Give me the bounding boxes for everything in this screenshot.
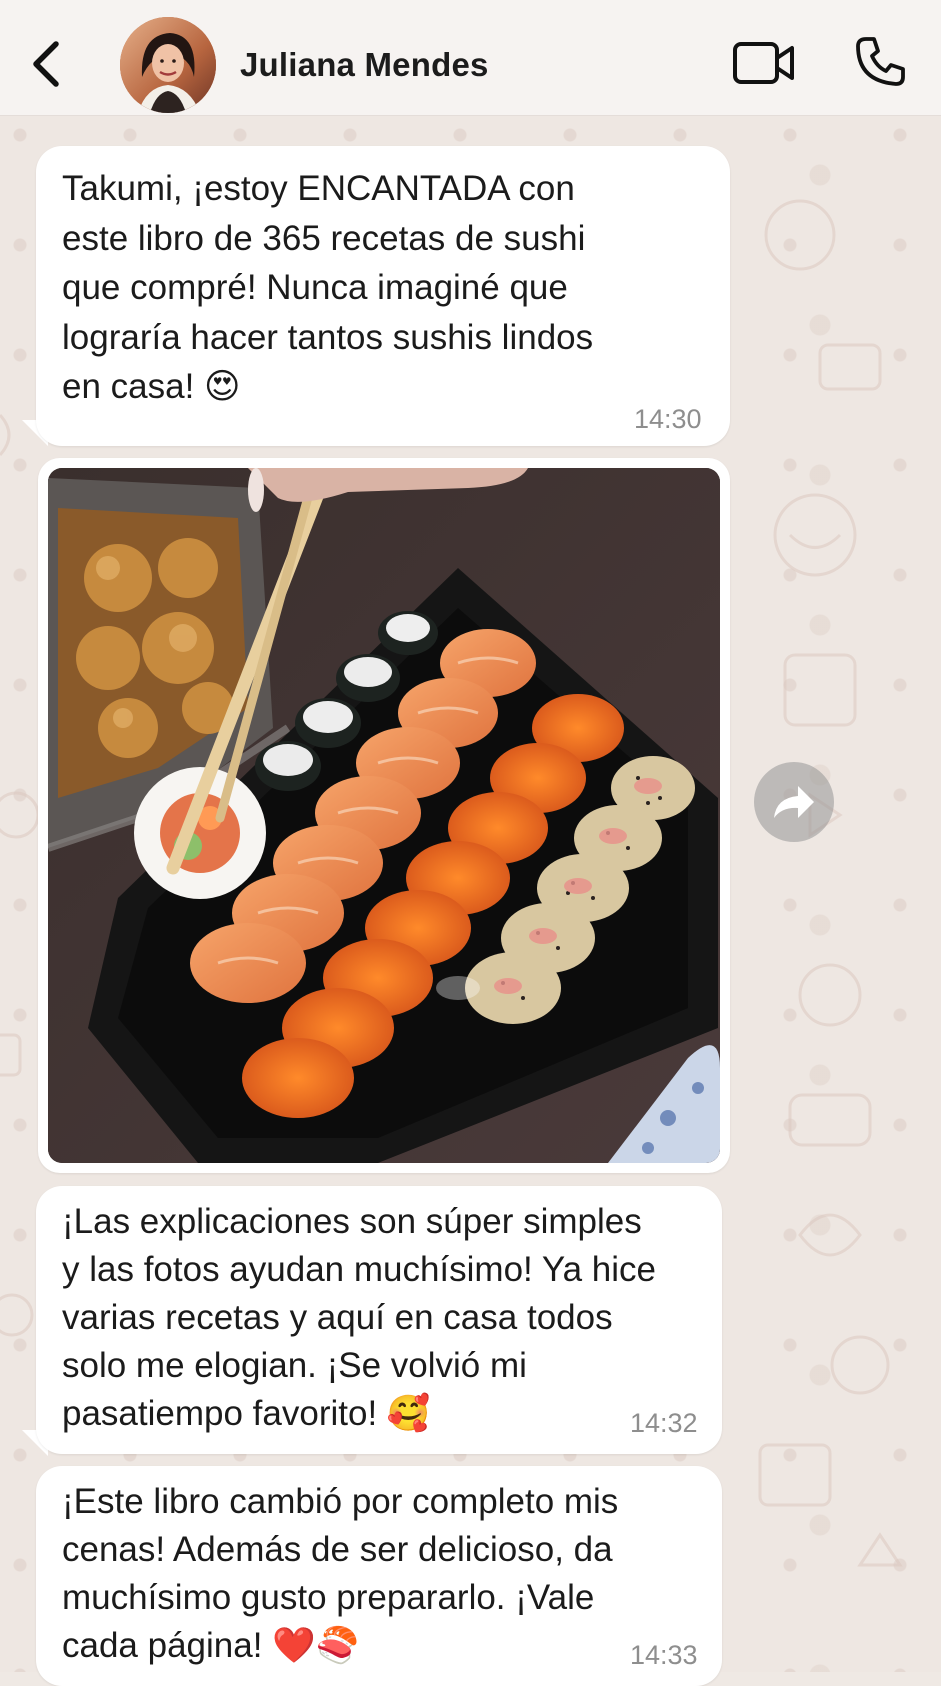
chevron-left-icon: [33, 41, 59, 87]
message-text: ¡Este libro cambió por completo mis cena…: [62, 1482, 619, 1665]
avatar-portrait: [120, 17, 216, 113]
sushi-photo[interactable]: [48, 468, 720, 1163]
message-bubble-1[interactable]: Takumi, ¡estoy ENCANTADA con este libro …: [36, 146, 730, 446]
video-camera-icon: [733, 42, 794, 84]
contact-name[interactable]: Juliana Mendes: [240, 46, 489, 84]
message-time: 14:32: [630, 1408, 698, 1438]
voice-call-button[interactable]: [852, 34, 908, 90]
contact-avatar[interactable]: [120, 17, 216, 113]
message-bubble-3[interactable]: ¡Este libro cambió por completo mis cena…: [36, 1466, 722, 1686]
message-bubble-2[interactable]: ¡Las explicaciones son súper simples y l…: [36, 1186, 722, 1454]
message-text: ¡Las explicaciones son súper simples y l…: [62, 1202, 657, 1433]
phone-icon: [856, 37, 905, 86]
forward-button[interactable]: [754, 762, 834, 842]
video-call-button[interactable]: [732, 38, 796, 88]
message-text: Takumi, ¡estoy ENCANTADA con este libro …: [62, 169, 594, 406]
message-time: 14:30: [634, 404, 702, 434]
image-message-bubble[interactable]: [38, 458, 730, 1173]
message-time: 14:33: [630, 1640, 698, 1670]
back-button[interactable]: [28, 38, 68, 90]
chat-header: Juliana Mendes: [0, 0, 941, 115]
sushi-illustration: [48, 468, 720, 1163]
forward-arrow-icon: [774, 786, 814, 818]
